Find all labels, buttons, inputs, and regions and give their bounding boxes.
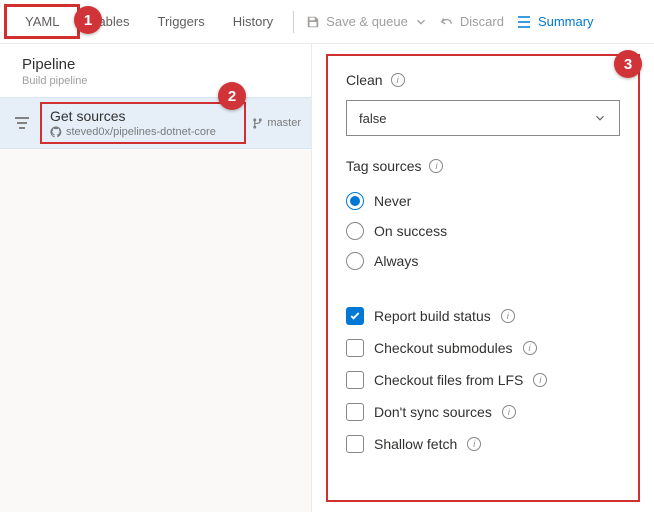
right-panel: Clean i false Tag sources i Never	[312, 44, 654, 512]
check-label: Checkout submodules	[374, 340, 513, 356]
save-and-queue-button[interactable]: Save & queue	[300, 10, 434, 33]
clean-label: Clean i	[346, 72, 620, 88]
settings-box: Clean i false Tag sources i Never	[326, 54, 640, 502]
branch-name: master	[267, 117, 301, 129]
pipeline-subtitle: Build pipeline	[22, 75, 289, 87]
radio-never[interactable]: Never	[346, 186, 620, 216]
branch-icon	[252, 117, 263, 130]
info-icon[interactable]: i	[533, 373, 547, 387]
repo-name: steved0x/pipelines-dotnet-core	[66, 126, 216, 138]
radio-label: Always	[374, 253, 418, 269]
radio-icon	[346, 252, 364, 270]
filter-icon	[14, 116, 30, 130]
check-label: Checkout files from LFS	[374, 372, 523, 388]
summary-button[interactable]: Summary	[516, 14, 594, 29]
clean-value: false	[359, 111, 386, 126]
checkbox-icon	[346, 307, 364, 325]
info-icon[interactable]: i	[467, 437, 481, 451]
separator	[293, 11, 294, 33]
info-icon[interactable]: i	[502, 405, 516, 419]
pipeline-title: Pipeline	[22, 56, 289, 73]
check-lfs[interactable]: Checkout files from LFS i	[346, 364, 620, 396]
clean-label-text: Clean	[346, 72, 383, 88]
check-label: Don't sync sources	[374, 404, 492, 420]
radio-icon	[346, 222, 364, 240]
check-label: Shallow fetch	[374, 436, 457, 452]
get-sources-box: Get sources steved0x/pipelines-dotnet-co…	[40, 102, 246, 144]
discard-label: Discard	[460, 14, 504, 29]
annotation-marker-2: 2	[218, 82, 246, 110]
tab-history[interactable]: History	[219, 4, 287, 39]
radio-label: Never	[374, 193, 411, 209]
discard-button[interactable]: Discard	[434, 10, 510, 33]
radio-on-success[interactable]: On success	[346, 216, 620, 246]
tag-label-text: Tag sources	[346, 158, 421, 174]
chevron-down-icon	[593, 111, 607, 125]
tab-yaml[interactable]: YAML	[4, 4, 80, 39]
get-sources-row[interactable]: Get sources steved0x/pipelines-dotnet-co…	[0, 97, 311, 149]
tag-sources-label: Tag sources i	[346, 158, 620, 174]
check-submodules[interactable]: Checkout submodules i	[346, 332, 620, 364]
list-icon	[516, 15, 532, 29]
get-sources-title: Get sources	[50, 108, 236, 124]
summary-label: Summary	[538, 14, 594, 29]
check-label: Report build status	[374, 308, 491, 324]
save-icon	[306, 15, 320, 29]
branch-indicator: master	[252, 117, 301, 130]
left-panel: Pipeline Build pipeline Get sources stev…	[0, 44, 312, 512]
chevron-down-icon	[414, 15, 428, 29]
checkbox-icon	[346, 403, 364, 421]
check-report-build-status[interactable]: Report build status i	[346, 300, 620, 332]
check-shallow-fetch[interactable]: Shallow fetch i	[346, 428, 620, 460]
pipeline-header[interactable]: Pipeline Build pipeline	[0, 44, 311, 97]
radio-label: On success	[374, 223, 447, 239]
tab-triggers[interactable]: Triggers	[144, 4, 219, 39]
annotation-marker-1: 1	[74, 6, 102, 34]
github-icon	[50, 126, 62, 138]
tag-sources-radios: Never On success Always	[346, 186, 620, 276]
checkbox-icon	[346, 371, 364, 389]
checkbox-icon	[346, 339, 364, 357]
annotation-marker-3: 3	[614, 50, 642, 78]
radio-always[interactable]: Always	[346, 246, 620, 276]
info-icon[interactable]: i	[429, 159, 443, 173]
undo-icon	[440, 15, 454, 29]
info-icon[interactable]: i	[501, 309, 515, 323]
checkbox-icon	[346, 435, 364, 453]
radio-icon	[346, 192, 364, 210]
save-label: Save & queue	[326, 14, 408, 29]
check-no-sync[interactable]: Don't sync sources i	[346, 396, 620, 428]
clean-select[interactable]: false	[346, 100, 620, 136]
info-icon[interactable]: i	[523, 341, 537, 355]
info-icon[interactable]: i	[391, 73, 405, 87]
